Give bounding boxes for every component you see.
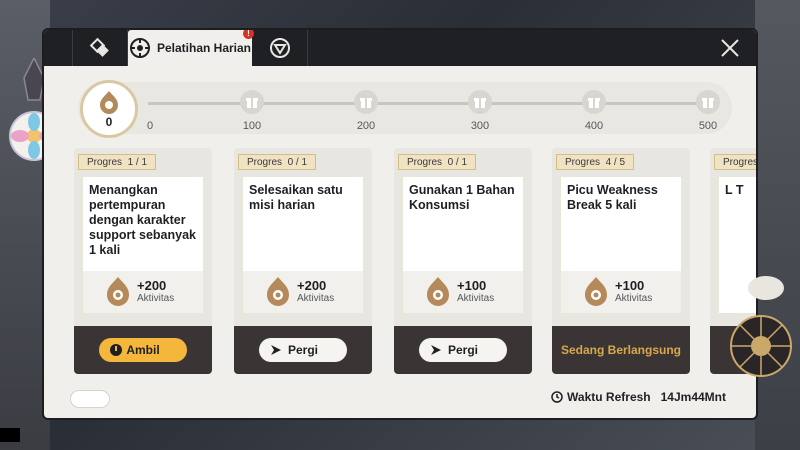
activity-medal-icon xyxy=(267,277,289,306)
right-ornament-icon xyxy=(726,270,796,395)
refresh-timer: Waktu Refresh 14Jm44Mnt xyxy=(551,390,726,404)
current-activity-value: 0 xyxy=(105,114,113,129)
task-body: Picu Weakness Break 5 kali +100 Aktivita… xyxy=(560,176,682,314)
milestone-gift-400[interactable] xyxy=(582,90,606,114)
task-footer: Sedang Berlangsung xyxy=(552,326,690,374)
gift-icon xyxy=(360,98,372,108)
go-button-label: Pergi xyxy=(447,343,478,357)
task-footer: Ambil xyxy=(74,326,212,374)
milestone-label-500: 500 xyxy=(698,120,718,132)
task-footer: Pergi xyxy=(234,326,372,374)
milestone-gift-500[interactable] xyxy=(696,90,720,114)
reward-value: +100 xyxy=(457,278,487,293)
task-title: Selesaikan satu misi harian xyxy=(249,183,343,212)
milestone-label-200: 200 xyxy=(356,120,376,132)
milestone-label-400: 400 xyxy=(584,120,604,132)
task-card: Progres 1 / 1 Menangkan pertempuran deng… xyxy=(74,148,212,374)
track-line xyxy=(148,102,708,105)
task-progress: Progres 0 / 1 xyxy=(398,154,477,170)
clock-icon xyxy=(551,391,563,403)
guide-icon xyxy=(89,37,111,59)
task-progress: Progres 4 / 5 xyxy=(556,154,635,170)
claim-icon xyxy=(110,344,122,356)
task-reward: +200 Aktivitas xyxy=(243,271,363,313)
task-card: Progres 0 / 1 Gunakan 1 Bahan Konsumsi +… xyxy=(394,148,532,374)
task-footer: Pergi xyxy=(394,326,532,374)
reward-value: +100 xyxy=(615,278,645,293)
activity-medal-icon xyxy=(100,90,118,114)
task-card: Progres 4 / 5 Picu Weakness Break 5 kali… xyxy=(552,148,690,374)
task-title: Picu Weakness Break 5 kali xyxy=(567,183,658,212)
task-progress: Progres 0 / 1 xyxy=(238,154,317,170)
go-button[interactable]: Pergi xyxy=(419,338,507,362)
reward-unit: Aktivitas xyxy=(137,293,175,304)
task-reward: +200 Aktivitas xyxy=(83,271,203,313)
go-button[interactable]: Pergi xyxy=(259,338,347,362)
claim-button[interactable]: Ambil xyxy=(99,338,187,362)
page-indicator[interactable] xyxy=(70,390,110,408)
reward-value: +200 xyxy=(297,278,327,293)
task-title: Menangkan pertempuran dengan karakter su… xyxy=(89,183,196,257)
task-progress: Progres 1 / 1 xyxy=(78,154,157,170)
activity-medal-icon xyxy=(585,277,607,306)
tab-guide[interactable] xyxy=(72,30,128,66)
compass-icon xyxy=(269,37,291,59)
activity-track xyxy=(78,82,732,134)
daily-training-icon xyxy=(129,37,151,59)
reward-value: +200 xyxy=(137,278,167,293)
arrow-right-icon xyxy=(431,345,441,355)
refresh-label: Waktu Refresh xyxy=(567,390,651,404)
milestone-label-0: 0 xyxy=(146,120,154,132)
milestone-label-100: 100 xyxy=(242,120,262,132)
tab-daily-training[interactable]: Pelatihan Harian ! xyxy=(128,30,254,66)
refresh-time: 14Jm44Mnt xyxy=(660,390,726,404)
daily-training-window: Pelatihan Harian ! 0 0 100 200 300 400 5… xyxy=(42,28,758,420)
activity-medal-icon xyxy=(107,277,129,306)
reward-unit: Aktivitas xyxy=(615,293,653,304)
task-title: Gunakan 1 Bahan Konsumsi xyxy=(409,183,515,212)
reward-unit: Aktivitas xyxy=(457,293,495,304)
claim-button-label: Ambil xyxy=(126,343,160,357)
tab-simulated-universe[interactable] xyxy=(252,30,308,66)
task-title: L T xyxy=(725,183,744,197)
milestone-gift-100[interactable] xyxy=(240,90,264,114)
milestone-gift-300[interactable] xyxy=(468,90,492,114)
gift-icon xyxy=(474,98,486,108)
gift-icon xyxy=(246,98,258,108)
task-body: Selesaikan satu misi harian +200 Aktivit… xyxy=(242,176,364,314)
task-body: Menangkan pertempuran dengan karakter su… xyxy=(82,176,204,314)
gift-icon xyxy=(702,98,714,108)
gift-icon xyxy=(588,98,600,108)
close-button[interactable] xyxy=(718,36,742,60)
close-icon xyxy=(721,39,739,57)
task-reward: +100 Aktivitas xyxy=(403,271,523,313)
in-progress-status: Sedang Berlangsung xyxy=(560,343,682,357)
go-button-label: Pergi xyxy=(287,343,318,357)
task-card: Progres 0 / 1 Selesaikan satu misi haria… xyxy=(234,148,372,374)
arrow-right-icon xyxy=(271,345,281,355)
corner-mark xyxy=(0,428,20,442)
task-progress: Progres xyxy=(714,154,756,170)
task-body: Gunakan 1 Bahan Konsumsi +100 Aktivitas xyxy=(402,176,524,314)
task-reward: +100 Aktivitas xyxy=(561,271,681,313)
top-bar: Pelatihan Harian ! xyxy=(44,30,756,66)
tab-daily-training-label: Pelatihan Harian xyxy=(156,41,252,55)
milestone-label-300: 300 xyxy=(470,120,490,132)
activity-medal-icon xyxy=(427,277,449,306)
reward-unit: Aktivitas xyxy=(297,293,335,304)
milestone-gift-200[interactable] xyxy=(354,90,378,114)
